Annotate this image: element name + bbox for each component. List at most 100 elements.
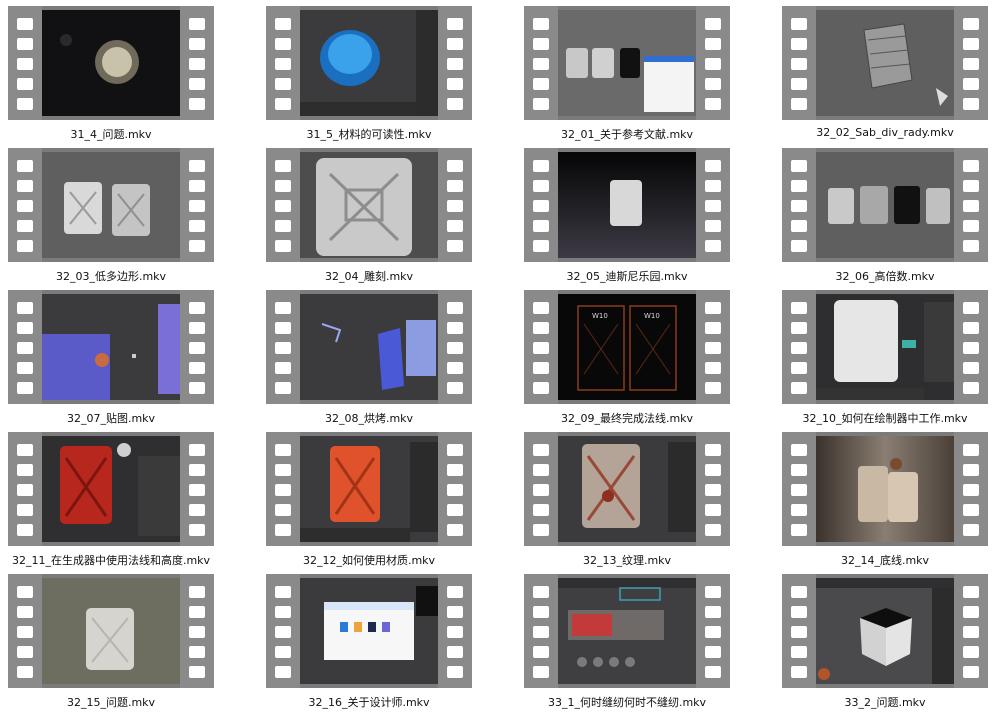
video-preview-frame [816,152,954,258]
filmstrip-perforation-strip [954,574,988,688]
video-file-item[interactable]: 33_1_何时缝纫何时不缝纫.mkv [524,574,730,716]
sprocket-hole [447,180,463,192]
sprocket-hole [705,626,721,638]
video-file-item[interactable]: 32_13_纹理.mkv [524,432,730,574]
sprocket-hole [189,302,205,314]
sprocket-hole [791,666,807,678]
sprocket-hole [275,220,291,232]
video-file-item[interactable]: 32_15_问题.mkv [8,574,214,716]
sprocket-hole [533,362,549,374]
sprocket-hole [189,646,205,658]
video-preview-frame [558,436,696,542]
sprocket-hole [963,626,979,638]
sprocket-hole [963,38,979,50]
video-file-item[interactable]: 32_06_高倍数.mkv [782,148,988,290]
sprocket-hole [533,666,549,678]
file-name-label: 32_13_纹理.mkv [582,554,672,567]
sprocket-hole [17,98,33,110]
video-file-item[interactable]: 32_05_迪斯尼乐园.mkv [524,148,730,290]
sprocket-hole [705,646,721,658]
sprocket-hole [533,220,549,232]
sprocket-hole [705,504,721,516]
sprocket-hole [963,322,979,334]
filmstrip-perforation-strip [954,432,988,546]
video-file-item[interactable]: 31_5_材料的可读性.mkv [266,6,472,148]
sprocket-hole [791,646,807,658]
file-name-label: 32_09_最终完成法线.mkv [560,412,694,425]
sprocket-hole [791,606,807,618]
sprocket-hole [447,464,463,476]
svg-text:W10: W10 [592,312,608,320]
sprocket-hole [533,626,549,638]
video-file-item[interactable]: 32_01_关于参考文献.mkv [524,6,730,148]
video-preview-frame [816,578,954,684]
sprocket-hole [275,586,291,598]
file-name-label: 32_04_雕刻.mkv [324,270,414,283]
sprocket-hole [17,78,33,90]
filmstrip-perforation-strip [696,290,730,404]
video-file-item[interactable]: 32_07_贴图.mkv [8,290,214,432]
file-name-label: 32_03_低多边形.mkv [55,270,167,283]
video-file-item[interactable]: 32_10_如何在绘制器中工作.mkv [782,290,988,432]
file-name-label: 33_1_何时缝纫何时不缝纫.mkv [547,696,707,709]
sprocket-hole [17,240,33,252]
sprocket-hole [189,322,205,334]
video-file-item[interactable]: 32_14_底线.mkv [782,432,988,574]
sprocket-hole [17,342,33,354]
sprocket-hole [791,484,807,496]
sprocket-hole [791,160,807,172]
file-name-label: 32_06_高倍数.mkv [835,270,935,283]
sprocket-hole [791,18,807,30]
file-name-label: 31_4_问题.mkv [70,128,152,141]
sprocket-hole [963,646,979,658]
sprocket-hole [189,444,205,456]
sprocket-hole [17,524,33,536]
video-file-item[interactable]: 32_16_关于设计师.mkv [266,574,472,716]
sprocket-hole [275,646,291,658]
sprocket-hole [17,18,33,30]
sprocket-hole [791,180,807,192]
sprocket-hole [791,38,807,50]
filmstrip-perforation-strip [438,148,472,262]
sprocket-hole [17,586,33,598]
filmstrip-thumbnail [524,6,730,120]
video-file-item[interactable]: 32_12_如何使用材质.mkv [266,432,472,574]
sprocket-hole [275,666,291,678]
sprocket-hole [447,322,463,334]
filmstrip-perforation-strip [438,574,472,688]
sprocket-hole [533,524,549,536]
sprocket-hole [17,666,33,678]
sprocket-hole [705,382,721,394]
sprocket-hole [189,464,205,476]
filmstrip-thumbnail [782,6,988,120]
file-name-label: 32_14_底线.mkv [840,554,930,567]
video-file-item[interactable]: 32_03_低多边形.mkv [8,148,214,290]
video-file-item[interactable]: 31_4_问题.mkv [8,6,214,148]
sprocket-hole [17,444,33,456]
sprocket-hole [189,58,205,70]
sprocket-hole [447,606,463,618]
video-preview-frame [816,436,954,542]
sprocket-hole [275,626,291,638]
video-file-item[interactable]: W10 W10 32_09_最终完成法线.mkv [524,290,730,432]
sprocket-hole [705,322,721,334]
filmstrip-perforation-strip [8,432,42,546]
sprocket-hole [533,342,549,354]
sprocket-hole [447,484,463,496]
video-preview-frame [42,294,180,400]
sprocket-hole [963,78,979,90]
video-preview-frame [558,578,696,684]
sprocket-hole [705,160,721,172]
sprocket-hole [791,342,807,354]
video-file-item[interactable]: 32_04_雕刻.mkv [266,148,472,290]
video-file-item[interactable]: 32_11_在生成器中使用法线和高度.mkv [8,432,214,574]
sprocket-hole [189,484,205,496]
sprocket-hole [705,180,721,192]
filmstrip-perforation-strip [782,148,816,262]
video-file-item[interactable]: 32_08_烘烤.mkv [266,290,472,432]
sprocket-hole [189,240,205,252]
video-file-item[interactable]: 32_02_Sab_div_rady.mkv [782,6,988,148]
sprocket-hole [791,98,807,110]
video-file-item[interactable]: 33_2_问题.mkv [782,574,988,716]
filmstrip-thumbnail [8,148,214,262]
